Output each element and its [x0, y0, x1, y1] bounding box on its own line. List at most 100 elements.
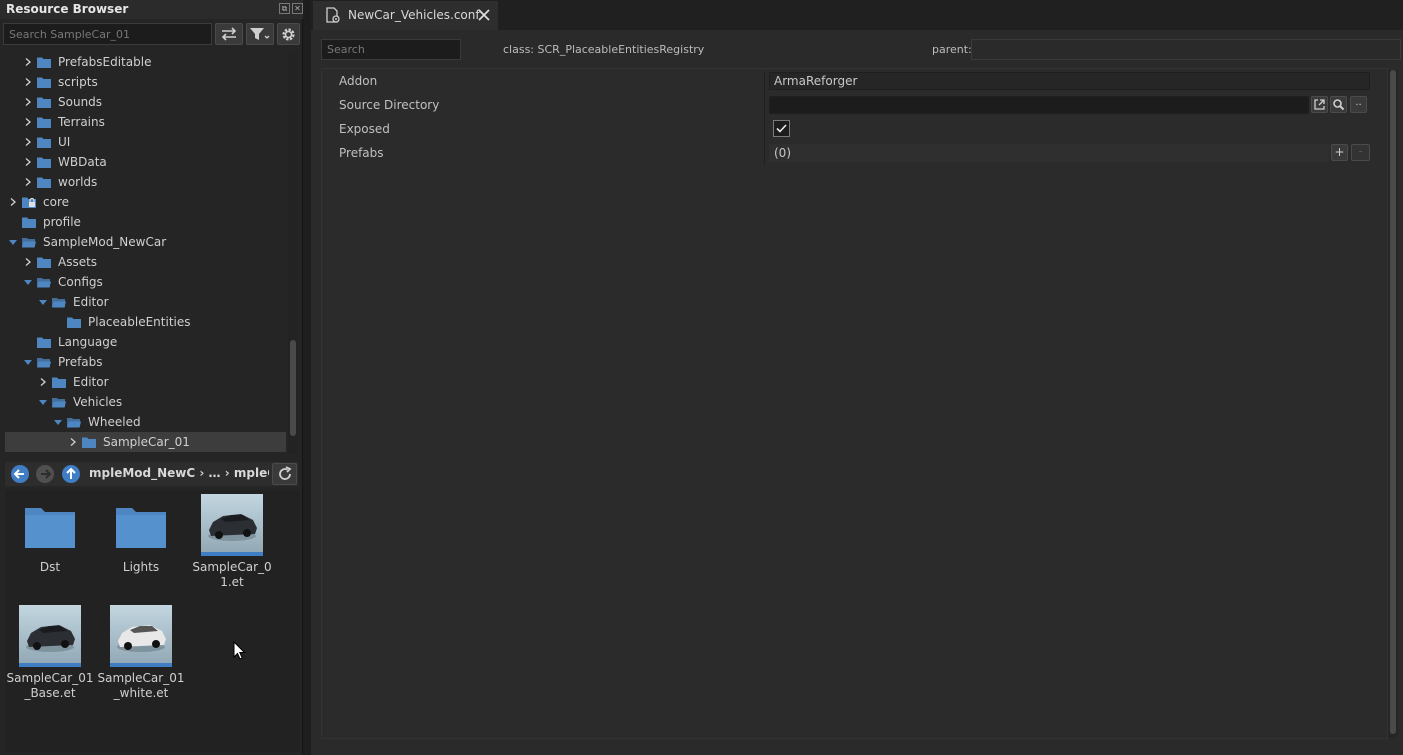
folder-icon	[110, 494, 172, 556]
property-column-divider[interactable]	[764, 71, 765, 165]
source-directory-field[interactable]	[769, 96, 1309, 114]
tree-item[interactable]: Editor	[5, 372, 286, 392]
resource-browser-titlebar: Resource Browser ⧉ ✕	[0, 0, 303, 19]
tree-scrollbar-thumb[interactable]	[290, 340, 296, 436]
chevron-right-icon[interactable]	[68, 437, 78, 447]
tree-item[interactable]: worlds	[5, 172, 286, 192]
chevron-right-icon[interactable]	[23, 137, 33, 147]
breadcrumb-segment[interactable]: mpleCar_	[234, 466, 269, 480]
property-search-input[interactable]	[321, 39, 461, 60]
exposed-checkbox[interactable]	[773, 120, 790, 137]
property-name-exposed: Exposed	[339, 122, 390, 136]
refresh-button[interactable]	[272, 463, 297, 485]
chevron-down-icon[interactable]	[23, 277, 33, 287]
undock-icon[interactable]: ⧉	[279, 3, 290, 14]
resource-search-row	[3, 23, 300, 47]
resource-search-input[interactable]	[3, 23, 212, 45]
prefab-thumbnail	[110, 605, 172, 667]
folder-icon	[19, 494, 81, 556]
file-tile-label: SampleCar_01_white.et	[97, 671, 185, 700]
folder-icon	[37, 77, 51, 88]
chevron-right-icon[interactable]	[23, 57, 33, 67]
folder-icon	[37, 157, 51, 168]
remove-item-button[interactable]: -	[1351, 144, 1370, 161]
tree-item[interactable]: profile	[5, 212, 286, 232]
tree-item[interactable]: Wheeled	[5, 412, 286, 432]
path-bar: mpleMod_NewC › … › mpleCar_	[5, 462, 298, 486]
tree-item[interactable]: Sounds	[5, 92, 286, 112]
tree-item[interactable]: Editor	[5, 292, 286, 312]
chevron-right-icon[interactable]	[23, 97, 33, 107]
sync-button[interactable]	[215, 23, 243, 45]
close-panel-icon[interactable]: ✕	[292, 3, 303, 14]
up-button[interactable]	[62, 465, 80, 483]
forward-button[interactable]	[36, 465, 54, 483]
resource-browser-title: Resource Browser	[6, 2, 129, 16]
chevron-down-icon[interactable]	[8, 237, 18, 247]
folder-icon	[37, 257, 51, 268]
back-button[interactable]	[11, 465, 29, 483]
open-external-button[interactable]	[1311, 96, 1328, 113]
file-tile-folder[interactable]: Dst	[5, 494, 95, 594]
tree-item[interactable]: Vehicles	[5, 392, 286, 412]
close-icon[interactable]	[476, 7, 492, 23]
gear-icon	[282, 27, 295, 41]
tree-item[interactable]: WBData	[5, 152, 286, 172]
file-tile-folder[interactable]: Lights	[96, 494, 186, 594]
file-tile-prefab[interactable]: SampleCar_01_Base.et	[5, 605, 95, 705]
tree-item[interactable]: UI	[5, 132, 286, 152]
tree-item-label: Editor	[73, 375, 109, 389]
chevron-right-icon[interactable]	[23, 77, 33, 87]
chevron-right-icon[interactable]	[8, 197, 18, 207]
add-item-button[interactable]: +	[1331, 144, 1348, 161]
tree-item-label: SampleCar_01	[103, 435, 190, 449]
folder-open-icon	[22, 237, 36, 248]
tree-item[interactable]: Assets	[5, 252, 286, 272]
addon-field[interactable]: ArmaReforger	[769, 72, 1370, 90]
tree-item[interactable]: core	[5, 192, 286, 212]
checkmark-icon	[776, 124, 787, 133]
chevron-down-icon[interactable]	[38, 297, 48, 307]
tree-item[interactable]: Language	[5, 332, 286, 352]
folder-open-icon	[67, 417, 81, 428]
chevron-right-icon[interactable]	[23, 177, 33, 187]
tree-item-label: Sounds	[58, 95, 103, 109]
chevron-right-icon[interactable]	[38, 377, 48, 387]
breadcrumb-segment[interactable]: mpleMod_NewC	[89, 466, 195, 480]
tree-item[interactable]: PlaceableEntities	[5, 312, 286, 332]
tree-item-label: worlds	[58, 175, 98, 189]
find-button[interactable]	[1330, 96, 1347, 113]
config-editor-panel: NewCar_Vehicles.conf class: SCR_Placeabl…	[311, 0, 1403, 755]
tree-scrollbar[interactable]	[288, 52, 298, 454]
prefab-thumbnail	[19, 605, 81, 667]
tree-item[interactable]: Terrains	[5, 112, 286, 132]
tree-item[interactable]: Prefabs	[5, 352, 286, 372]
tree-item[interactable]: Configs	[5, 272, 286, 292]
property-grid-scrollbar-thumb[interactable]	[1390, 70, 1396, 734]
folder-icon	[52, 377, 66, 388]
breadcrumb-ellipsis[interactable]: …	[209, 466, 221, 480]
chevron-right-icon[interactable]	[23, 117, 33, 127]
arrow-up-icon	[66, 467, 76, 479]
tab-newcar-vehicles[interactable]: NewCar_Vehicles.conf	[313, 1, 498, 30]
tree-item[interactable]: scripts	[5, 72, 286, 92]
browse-button[interactable]: ..	[1350, 96, 1367, 113]
filter-button[interactable]	[246, 23, 274, 45]
folder-open-icon	[37, 277, 51, 288]
chevron-down-icon[interactable]	[38, 397, 48, 407]
chevron-right-icon[interactable]	[23, 157, 33, 167]
parent-input[interactable]	[971, 39, 1401, 60]
prefabs-array-field[interactable]: (0)	[769, 144, 1329, 162]
file-tile-prefab[interactable]: SampleCar_01_white.et	[96, 605, 186, 705]
tree-item[interactable]: PrefabsEditable	[5, 52, 286, 72]
swap-arrows-icon	[221, 27, 237, 41]
settings-button[interactable]	[277, 23, 300, 45]
folder-open-icon	[52, 297, 66, 308]
chevron-down-icon[interactable]	[23, 357, 33, 367]
file-tile-prefab[interactable]: SampleCar_01.et	[187, 494, 277, 594]
tree-item[interactable]: SampleMod_NewCar	[5, 232, 286, 252]
chevron-down-icon[interactable]	[53, 417, 63, 427]
tree-item[interactable]: SampleCar_01	[5, 432, 286, 452]
property-grid-scrollbar[interactable]	[1388, 70, 1398, 738]
chevron-right-icon[interactable]	[23, 257, 33, 267]
